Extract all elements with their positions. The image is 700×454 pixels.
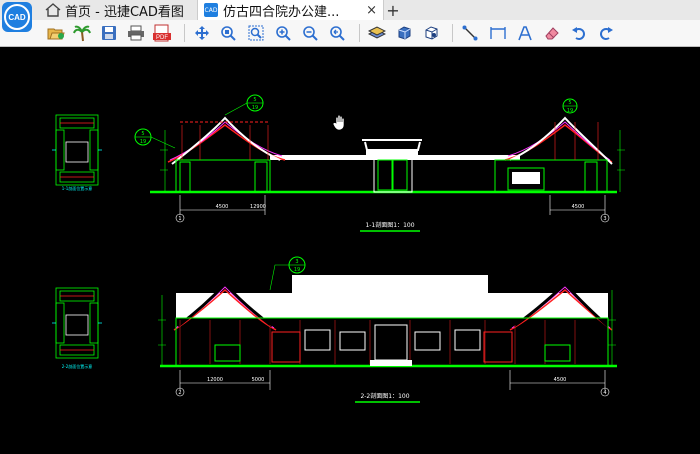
grid-bubble-3: 2 — [178, 390, 181, 396]
section-2-title: 2-2剖面图1：100 — [360, 392, 409, 400]
measure-line-icon[interactable] — [460, 23, 480, 43]
open-file-icon[interactable] — [46, 23, 66, 43]
zoom-window-icon[interactable] — [218, 23, 238, 43]
new-tab-button[interactable]: + — [385, 0, 401, 20]
redo-icon[interactable] — [596, 23, 616, 43]
dim-label-3: 4500 — [572, 204, 585, 210]
plan-label-2: 2-2剖面位置示意 — [62, 363, 93, 369]
callout-4-bottom: 19 — [294, 267, 300, 273]
text-icon[interactable] — [515, 23, 535, 43]
callout-4-top: 3 — [295, 259, 298, 265]
close-tab-button[interactable]: × — [366, 3, 377, 18]
cad-file-icon: CAD — [204, 3, 218, 17]
measure-dimension-icon[interactable] — [488, 23, 508, 43]
drawing-canvas[interactable]: 1-1剖面位置示意 2-2剖面位置示意 4500 12900 4500 1 3 … — [0, 47, 700, 450]
tab-bar: CAD 首页 - 迅捷CAD看图 CAD 仿古四合院办公建... × + — [0, 0, 700, 32]
tab-home[interactable]: 首页 - 迅捷CAD看图 — [44, 0, 194, 20]
callout-3-bottom: 19 — [567, 108, 573, 114]
grid-bubble-1: 1 — [178, 216, 181, 222]
section-2-2-drawing: 12000 5000 4500 2 4 3 19 2-2剖面图1：100 — [158, 256, 617, 403]
plan-label-1: 1-1剖面位置示意 — [62, 185, 93, 191]
hand-cursor-icon — [332, 114, 345, 131]
plan-thumbnail-1: 1-1剖面位置示意 — [52, 114, 102, 191]
eraser-icon[interactable] — [542, 23, 562, 43]
app-logo[interactable]: CAD — [2, 2, 32, 32]
zoom-extents-icon[interactable] — [246, 23, 266, 43]
undo-icon[interactable] — [569, 23, 589, 43]
tab-document-label: 仿古四合院办公建... — [223, 4, 340, 20]
grid-bubble-4: 4 — [603, 390, 606, 396]
layers-icon[interactable] — [367, 23, 387, 43]
tab-home-label: 首页 - 迅捷CAD看图 — [65, 4, 184, 20]
palm-tree-icon[interactable] — [72, 23, 92, 43]
dim-label-6: 4500 — [554, 377, 567, 383]
zoom-in-icon[interactable] — [273, 23, 293, 43]
callout-2-top: 5 — [141, 131, 144, 137]
cad-logo-text: CAD — [4, 4, 30, 30]
grid-bubble-2: 3 — [603, 216, 606, 222]
zoom-previous-icon[interactable] — [327, 23, 347, 43]
dim-label-4: 12000 — [207, 377, 223, 383]
toolbar: PDF — [0, 20, 700, 47]
zoom-out-icon[interactable] — [300, 23, 320, 43]
save-icon[interactable] — [99, 23, 119, 43]
3d-view-icon[interactable] — [421, 23, 441, 43]
3d-box-icon[interactable] — [394, 23, 414, 43]
callout-1-top: 5 — [253, 97, 256, 103]
print-icon[interactable] — [126, 23, 146, 43]
pan-icon[interactable] — [192, 23, 212, 43]
callout-1-bottom: 19 — [252, 105, 258, 111]
pdf-export-icon[interactable]: PDF — [152, 23, 172, 43]
dim-label-5: 5000 — [252, 377, 265, 383]
tab-document[interactable]: CAD 仿古四合院办公建... × — [197, 0, 384, 20]
dim-label-2: 12900 — [250, 204, 266, 210]
section-1-title: 1-1剖面图1：100 — [365, 221, 414, 229]
home-icon — [45, 3, 61, 17]
plan-thumbnail-2: 2-2剖面位置示意 — [52, 287, 102, 369]
dim-label-1: 4500 — [216, 204, 229, 210]
section-1-1-drawing: 4500 12900 4500 1 3 5 19 5 19 5 19 1-1剖面… — [134, 94, 625, 232]
pdf-label: PDF — [156, 35, 168, 41]
callout-2-bottom: 19 — [140, 139, 146, 145]
callout-3-top: 5 — [568, 100, 571, 106]
